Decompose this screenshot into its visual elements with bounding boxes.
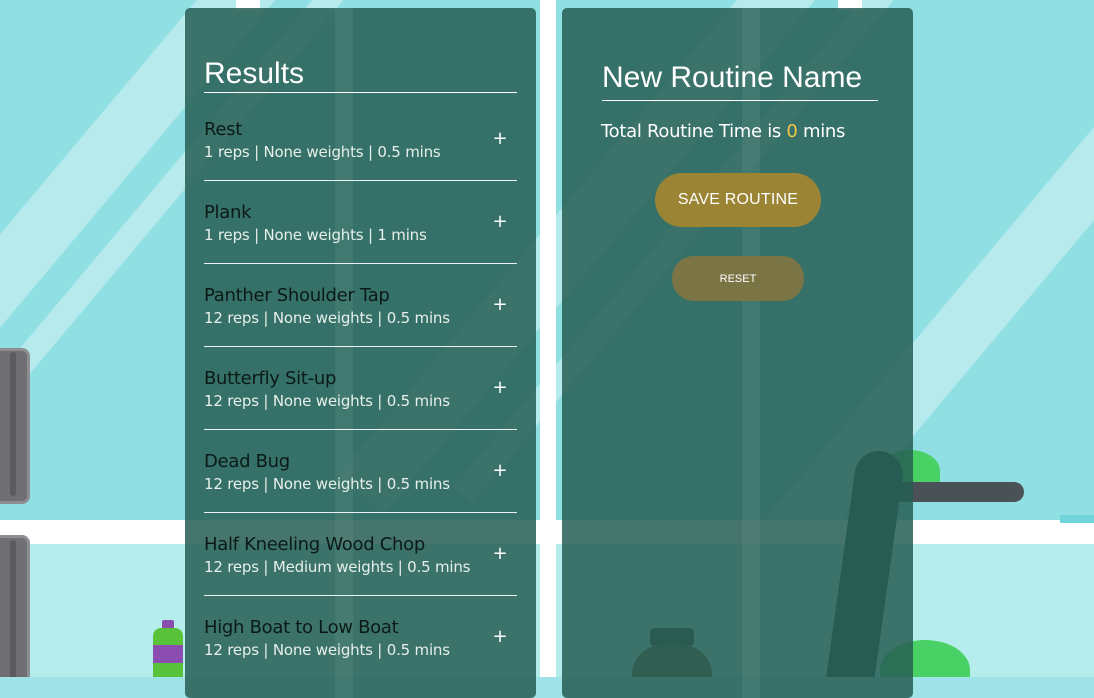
gym-background <box>0 0 1094 677</box>
reset-button[interactable]: RESET <box>672 256 804 301</box>
exercise-name: Butterfly Sit-up <box>204 368 337 389</box>
window-frame-vertical <box>540 0 556 677</box>
routine-panel: Total Routine Time is 0 mins SAVE ROUTIN… <box>562 8 913 698</box>
exercise-details: 12 reps | Medium weights | 0.5 mins <box>204 558 471 576</box>
exercise-name: Plank <box>204 202 252 223</box>
results-panel: Results Rest 1 reps | None weights | 0.5… <box>185 8 536 698</box>
exercise-details: 1 reps | None weights | 0.5 mins <box>204 143 441 161</box>
results-title: Results <box>204 56 517 93</box>
list-item: Half Kneeling Wood Chop 12 reps | Medium… <box>204 513 517 596</box>
exercise-details: 12 reps | None weights | 0.5 mins <box>204 392 450 410</box>
exercise-name: Panther Shoulder Tap <box>204 285 390 306</box>
list-item: Butterfly Sit-up 12 reps | None weights … <box>204 347 517 430</box>
exercise-details: 1 reps | None weights | 1 mins <box>204 226 427 244</box>
list-item: Dead Bug 12 reps | None weights | 0.5 mi… <box>204 430 517 513</box>
exercise-details: 12 reps | None weights | 0.5 mins <box>204 475 450 493</box>
total-time-suffix: mins <box>803 121 846 142</box>
total-time-value: 0 <box>786 121 798 142</box>
water-bottle-band <box>153 645 183 663</box>
exercise-details: 12 reps | None weights | 0.5 mins <box>204 641 450 659</box>
add-exercise-button[interactable]: + <box>489 626 511 648</box>
exercise-name: Rest <box>204 119 243 140</box>
exercise-details: 12 reps | None weights | 0.5 mins <box>204 309 450 327</box>
total-routine-time: Total Routine Time is 0 mins <box>601 121 845 142</box>
add-exercise-button[interactable]: + <box>489 294 511 316</box>
add-exercise-button[interactable]: + <box>489 128 511 150</box>
list-item: Panther Shoulder Tap 12 reps | None weig… <box>204 264 517 347</box>
routine-name-input[interactable] <box>602 60 878 101</box>
add-exercise-button[interactable]: + <box>489 211 511 233</box>
exercise-name: High Boat to Low Boat <box>204 617 399 638</box>
list-item: Rest 1 reps | None weights | 0.5 mins + <box>204 98 517 181</box>
add-exercise-button[interactable]: + <box>489 543 511 565</box>
save-routine-button[interactable]: SAVE ROUTINE <box>655 173 821 227</box>
exercise-name: Dead Bug <box>204 451 290 472</box>
results-list: Rest 1 reps | None weights | 0.5 mins + … <box>204 98 517 679</box>
list-item: Plank 1 reps | None weights | 1 mins + <box>204 181 517 264</box>
total-time-prefix: Total Routine Time is <box>601 121 781 142</box>
list-item: High Boat to Low Boat 12 reps | None wei… <box>204 596 517 679</box>
add-exercise-button[interactable]: + <box>489 377 511 399</box>
exercise-name: Half Kneeling Wood Chop <box>204 534 425 555</box>
add-exercise-button[interactable]: + <box>489 460 511 482</box>
